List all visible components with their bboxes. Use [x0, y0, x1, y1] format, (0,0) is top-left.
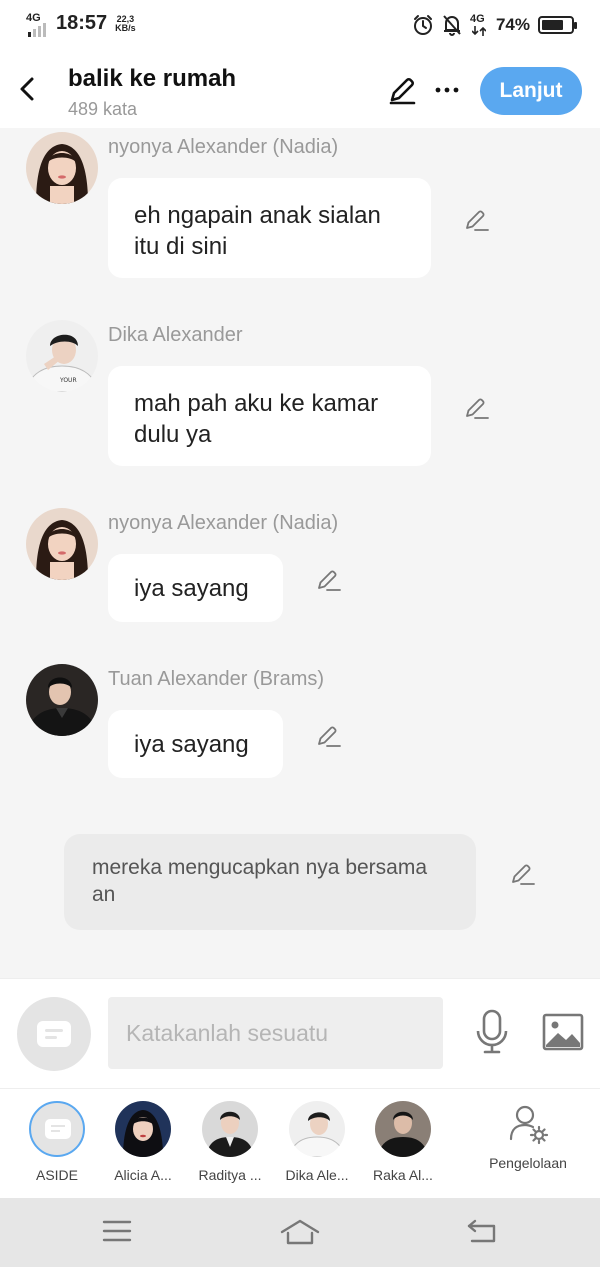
- avatar: [375, 1101, 431, 1157]
- avatar: [202, 1101, 258, 1157]
- character-bar: ASIDE Alicia A... Raditya ... Dika Ale..…: [0, 1088, 600, 1198]
- image-icon[interactable]: [542, 1013, 584, 1051]
- network-speed: 22,3 KB/s: [115, 13, 136, 33]
- back-arrow-icon[interactable]: [14, 72, 42, 106]
- sender-name: nyonya Alexander (Nadia): [108, 512, 339, 534]
- edit-message-icon[interactable]: [462, 394, 490, 422]
- character-label: Dika Ale...: [285, 1167, 349, 1183]
- sender-name: Tuan Alexander (Brams): [108, 668, 325, 690]
- sender-name: Dika Alexander: [108, 324, 243, 346]
- signal-indicator: 4G: [26, 12, 48, 37]
- word-count: 489 kata: [68, 99, 138, 119]
- character-raditya[interactable]: Raditya ...: [190, 1101, 270, 1183]
- sender-name: nyonya Alexander (Nadia): [108, 136, 339, 158]
- edit-message-icon[interactable]: [314, 722, 342, 750]
- alarm-icon: [413, 15, 432, 35]
- avatar-nadia[interactable]: [26, 508, 98, 580]
- avatar: [289, 1101, 345, 1157]
- character-dika[interactable]: Dika Ale...: [277, 1101, 357, 1183]
- edit-narration-icon[interactable]: [508, 860, 536, 888]
- aside-icon: [37, 1021, 71, 1047]
- system-nav-bar: [0, 1198, 600, 1267]
- network-type-right: 4G: [470, 14, 488, 36]
- avatar-brams[interactable]: [26, 664, 98, 736]
- edit-message-icon[interactable]: [314, 566, 342, 594]
- top-bar: balik ke rumah 489 kata Lanjut: [0, 56, 600, 128]
- battery-percent: 74%: [495, 15, 530, 34]
- avatar-nadia[interactable]: [26, 132, 98, 204]
- home-icon[interactable]: [280, 1218, 320, 1246]
- edit-message-icon[interactable]: [462, 206, 490, 234]
- battery-icon: [538, 16, 577, 34]
- character-alicia[interactable]: Alicia A...: [103, 1101, 183, 1183]
- composer-bar: [0, 978, 600, 1088]
- message-input[interactable]: [108, 997, 443, 1069]
- clock: 18:57: [56, 12, 108, 34]
- avatar-dika[interactable]: YOUR: [26, 320, 98, 392]
- back-icon[interactable]: [466, 1218, 498, 1244]
- character-label: Raka Al...: [373, 1167, 433, 1183]
- status-bar: 4G 18:57 22,3 KB/s 4G 74%: [0, 0, 600, 56]
- next-button[interactable]: Lanjut: [480, 67, 582, 115]
- pen-icon[interactable]: [386, 74, 418, 106]
- chat-area[interactable]: nyonya Alexander (Nadia) eh ngapain anak…: [0, 128, 600, 978]
- manage-characters-button[interactable]: Pengelolaan: [470, 1101, 586, 1171]
- story-title: balik ke rumah: [68, 65, 237, 92]
- signal-bars-icon: [28, 22, 46, 37]
- message-bubble[interactable]: eh ngapain anak sialan itu di sini: [108, 178, 431, 278]
- manage-label: Pengelolaan: [489, 1155, 567, 1171]
- aside-icon: [29, 1101, 85, 1157]
- svg-text:YOUR: YOUR: [59, 377, 77, 384]
- notifications-off-icon: [443, 15, 461, 36]
- character-raka[interactable]: Raka Al...: [363, 1101, 443, 1183]
- more-icon[interactable]: [432, 78, 462, 102]
- microphone-icon[interactable]: [474, 1009, 510, 1055]
- menu-icon[interactable]: [102, 1218, 132, 1244]
- character-label: Raditya ...: [198, 1167, 262, 1183]
- message-bubble[interactable]: mah pah aku ke kamar dulu ya: [108, 366, 431, 466]
- character-label: Alicia A...: [114, 1167, 172, 1183]
- narration-bubble[interactable]: mereka mengucapkan nya bersama an: [64, 834, 476, 930]
- message-bubble[interactable]: iya sayang: [108, 710, 283, 778]
- character-aside[interactable]: ASIDE: [17, 1101, 97, 1183]
- avatar: [115, 1101, 171, 1157]
- character-label: ASIDE: [35, 1167, 78, 1183]
- aside-toggle-button[interactable]: [17, 997, 91, 1071]
- message-bubble[interactable]: iya sayang: [108, 554, 283, 622]
- user-settings-icon: [509, 1105, 549, 1145]
